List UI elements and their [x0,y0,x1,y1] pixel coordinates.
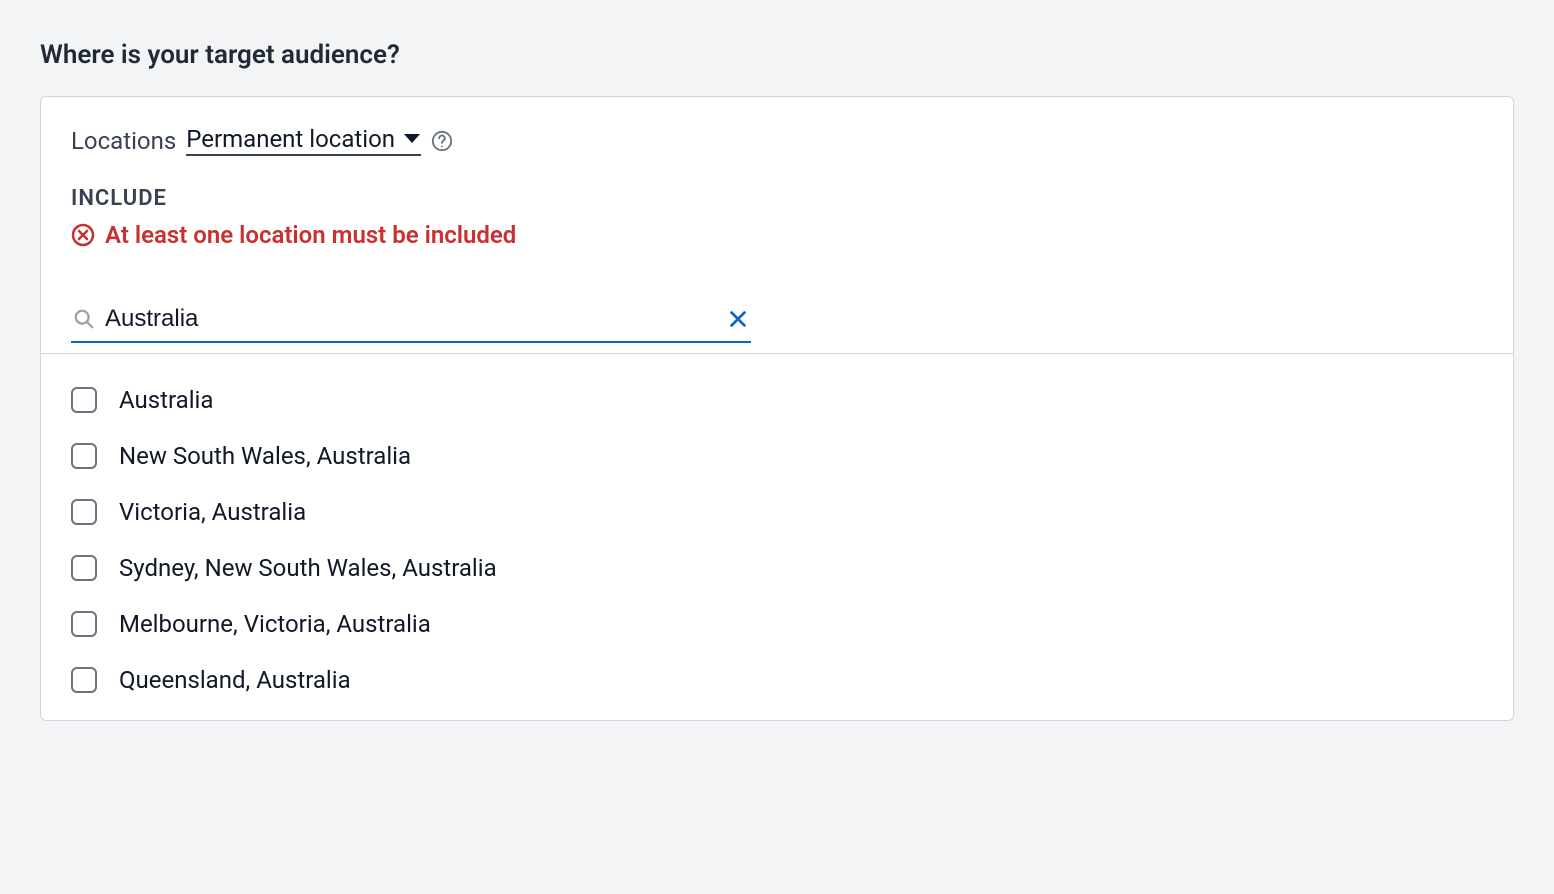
option-checkbox[interactable] [71,555,97,581]
locations-label: Locations [71,127,176,155]
option-checkbox[interactable] [71,611,97,637]
option-label: Australia [119,386,213,414]
locations-header-row: Locations Permanent location [71,125,1483,156]
location-type-value: Permanent location [186,125,395,153]
include-label: INCLUDE [71,186,1483,211]
location-search-input[interactable] [105,305,717,333]
option-label: Queensland, Australia [119,666,351,694]
option-label: Sydney, New South Wales, Australia [119,554,497,582]
clear-search-icon[interactable] [727,308,749,330]
locations-card: Locations Permanent location INCLUDE [40,96,1514,721]
location-option[interactable]: Queensland, Australia [71,652,1483,708]
error-text: At least one location must be included [105,221,516,249]
location-option[interactable]: Victoria, Australia [71,484,1483,540]
option-checkbox[interactable] [71,499,97,525]
location-option[interactable]: Sydney, New South Wales, Australia [71,540,1483,596]
location-search-field[interactable] [71,299,751,343]
error-icon [71,223,95,247]
option-checkbox[interactable] [71,443,97,469]
option-checkbox[interactable] [71,667,97,693]
location-type-dropdown[interactable]: Permanent location [186,125,421,156]
location-suggestions-panel: Australia New South Wales, Australia Vic… [41,353,1513,720]
help-icon[interactable] [431,130,453,152]
location-option[interactable]: Melbourne, Victoria, Australia [71,596,1483,652]
option-checkbox[interactable] [71,387,97,413]
page-title: Where is your target audience? [40,40,1514,70]
location-option[interactable]: Australia [71,372,1483,428]
option-label: Melbourne, Victoria, Australia [119,610,431,638]
search-icon [73,308,95,330]
chevron-down-icon [403,133,421,145]
location-option[interactable]: New South Wales, Australia [71,428,1483,484]
error-message: At least one location must be included [71,221,1483,249]
option-label: Victoria, Australia [119,498,306,526]
option-label: New South Wales, Australia [119,442,411,470]
